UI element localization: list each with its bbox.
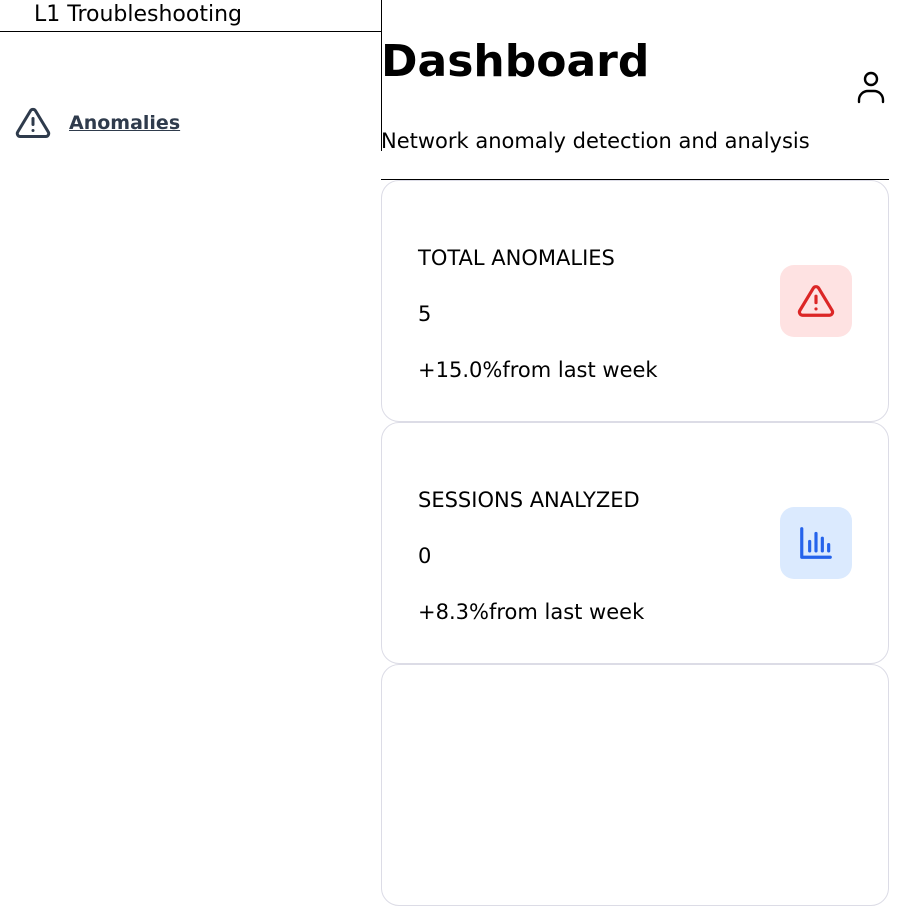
- stat-change: +8.3%from last week: [418, 598, 644, 626]
- user-icon: [857, 71, 885, 104]
- stat-card-partial: [381, 664, 889, 906]
- bar-chart-icon: [800, 527, 832, 559]
- page-title: Dashboard: [381, 36, 650, 87]
- warning-triangle-icon: [15, 107, 51, 138]
- sidebar-item-anomalies[interactable]: Anomalies: [15, 104, 180, 142]
- stat-icon-box: [780, 265, 852, 337]
- stat-change: +15.0%from last week: [418, 356, 658, 384]
- page-subtitle: Network anomaly detection and analysis: [381, 129, 810, 153]
- stat-card-total-anomalies: TOTAL ANOMALIES 5 +15.0%from last week: [381, 180, 889, 422]
- stat-icon-box: [780, 507, 852, 579]
- stat-value: 5: [418, 302, 432, 326]
- stat-label: SESSIONS ANALYZED: [418, 488, 640, 512]
- brand-title: L1 Troubleshooting: [34, 2, 243, 27]
- user-menu-button[interactable]: [853, 69, 889, 105]
- stat-change-suffix: from last week: [488, 600, 645, 624]
- stat-card-sessions-analyzed: SESSIONS ANALYZED 0 +8.3%from last week: [381, 422, 889, 664]
- stat-change-suffix: from last week: [502, 358, 658, 382]
- sidebar: L1 Troubleshooting Anomalies: [0, 0, 382, 151]
- stat-label: TOTAL ANOMALIES: [418, 246, 615, 270]
- sidebar-item-label[interactable]: Anomalies: [69, 112, 180, 134]
- alert-triangle-icon: [797, 285, 835, 317]
- stat-change-percent: +8.3%: [418, 600, 489, 624]
- stat-change-percent: +15.0%: [418, 358, 503, 382]
- brand: L1 Troubleshooting: [0, 0, 381, 32]
- stat-value: 0: [418, 544, 432, 568]
